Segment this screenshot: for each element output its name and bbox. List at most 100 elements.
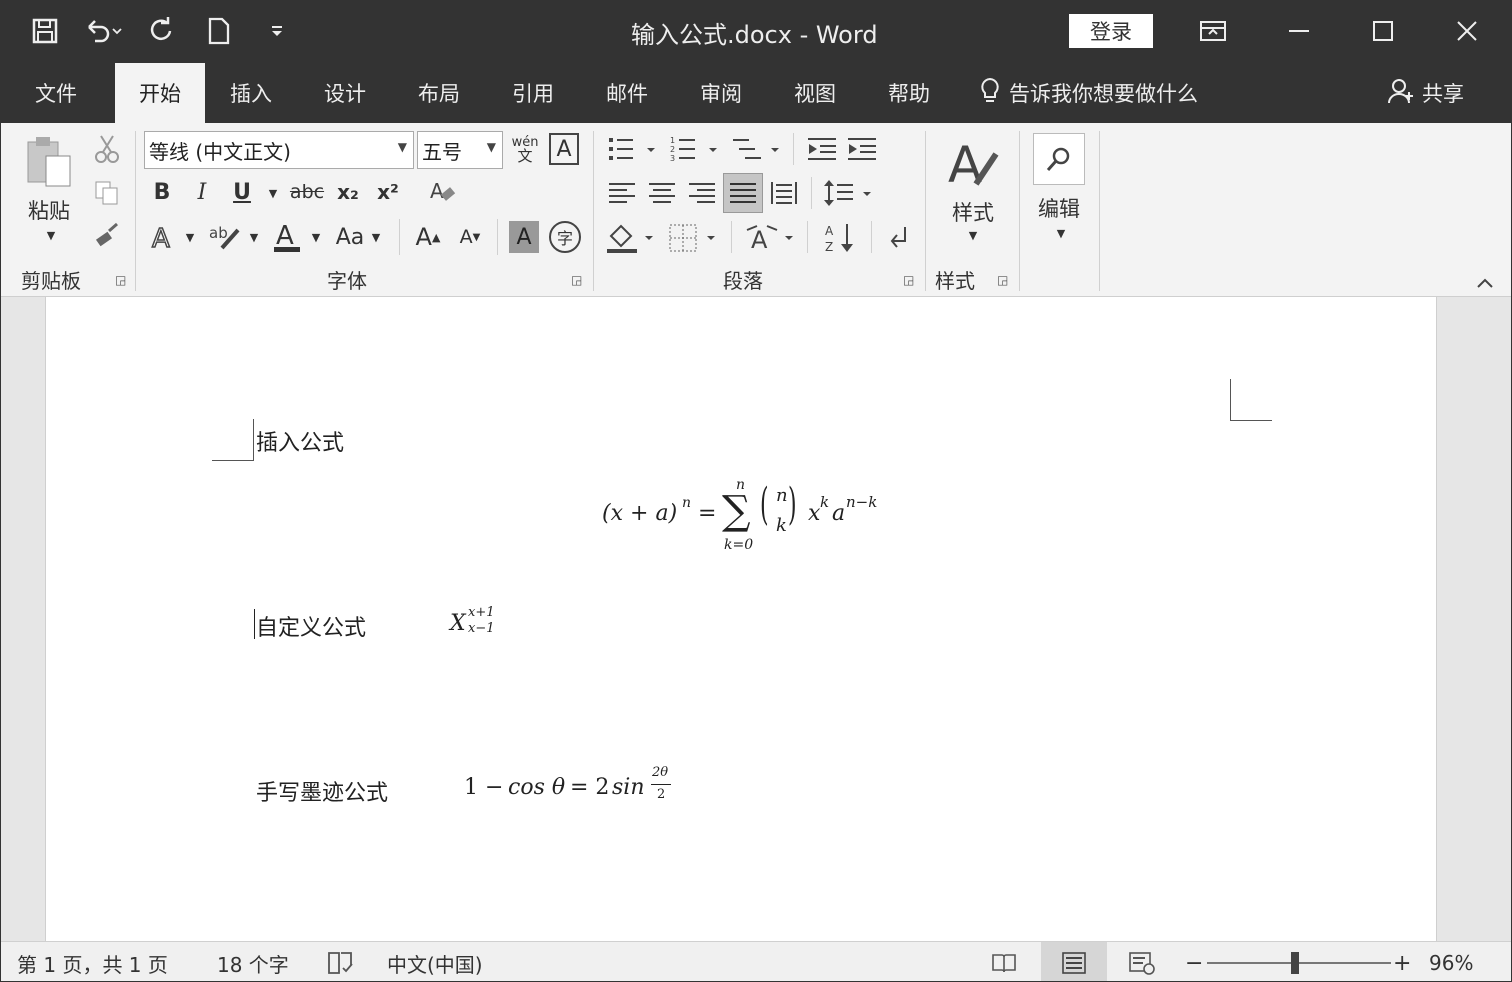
new-doc-icon[interactable] [199,11,239,51]
underline-dropdown-icon[interactable]: ▼ [263,181,283,205]
proofing-icon[interactable] [327,942,355,981]
zoom-slider-track[interactable] [1207,962,1391,964]
text-effects-icon[interactable]: A [147,219,181,255]
editing-button[interactable]: 编辑 [1027,193,1091,223]
chevron-down-icon[interactable]: ▼ [1051,225,1071,241]
change-case-button[interactable]: Aa [331,219,369,255]
ribbon-display-icon[interactable] [1191,11,1235,51]
bullets-icon[interactable] [605,131,661,167]
tab-design[interactable]: 设计 [309,63,381,123]
bold-button[interactable]: B [147,175,177,209]
share-button[interactable]: 共享 [1386,63,1464,123]
multilevel-list-icon[interactable] [729,131,785,167]
font-color-icon[interactable]: A [269,219,305,255]
web-layout-icon[interactable] [1127,942,1157,981]
styles-gallery-icon[interactable]: A [943,133,1003,193]
decrease-indent-icon[interactable] [803,131,841,167]
superscript-button[interactable]: x² [371,175,405,209]
chevron-down-icon[interactable]: ▼ [487,140,496,154]
chevron-down-icon[interactable]: ▼ [181,227,199,247]
customize-qat-icon[interactable] [257,11,297,51]
styles-launcher-icon[interactable]: ◲ [997,273,1008,287]
highlight-icon[interactable]: ab [205,219,245,255]
phonetic-guide-icon[interactable]: wén 文 [507,131,543,169]
collapse-ribbon-icon[interactable] [1471,271,1499,295]
clear-formatting-icon[interactable]: A [423,175,463,209]
distributed-icon[interactable] [765,175,803,211]
zoom-in-icon[interactable]: + [1393,942,1411,981]
tab-home[interactable]: 开始 [115,63,205,123]
font-launcher-icon[interactable]: ◲ [571,273,582,287]
shading-icon[interactable] [603,219,659,257]
tell-me-search[interactable]: 告诉我你想要做什么 [979,63,1198,123]
zoom-out-icon[interactable]: − [1185,942,1203,981]
styles-button[interactable]: 样式 [941,197,1005,227]
language-indicator[interactable]: 中文(中国) [387,942,483,981]
font-name-box[interactable]: 等线 (中文正文) ▼ [144,131,414,169]
zoom-slider-thumb[interactable] [1291,952,1299,974]
chevron-down-icon[interactable]: ▼ [307,227,325,247]
underline-button[interactable]: U [227,175,257,209]
svg-text:A: A [825,224,834,238]
tab-view[interactable]: 视图 [779,63,851,123]
search-icon[interactable] [1033,133,1085,185]
font-size-box[interactable]: 五号 ▼ [417,131,503,169]
document-page[interactable]: 插入公式 (x + a) n = n ∑ k=0 ( n k ) x k a n… [45,297,1437,941]
paste-label[interactable]: 粘贴 [19,195,79,225]
print-layout-icon[interactable] [1041,942,1107,981]
chevron-down-icon[interactable]: ▼ [245,227,263,247]
grow-font-button[interactable]: A ▲ [411,219,445,255]
tab-mailings[interactable]: 邮件 [591,63,663,123]
maximize-icon[interactable] [1361,11,1405,51]
chevron-down-icon[interactable]: ▼ [367,227,385,247]
cut-icon[interactable] [89,131,125,167]
format-painter-icon[interactable] [89,217,125,253]
enclose-characters-button[interactable]: 字 [549,221,581,253]
login-button[interactable]: 登录 [1069,14,1153,48]
numbering-icon[interactable]: 123 [667,131,723,167]
increase-indent-icon[interactable] [843,131,881,167]
align-left-icon[interactable] [603,175,641,211]
close-icon[interactable] [1445,11,1489,51]
show-paragraph-marks-icon[interactable] [879,219,917,257]
minimize-icon[interactable] [1277,11,1321,51]
paste-dropdown-icon[interactable]: ▼ [41,227,61,243]
tab-review[interactable]: 审阅 [685,63,757,123]
clipboard-launcher-icon[interactable]: ◲ [115,273,126,287]
paste-icon[interactable] [19,133,79,193]
paragraph-launcher-icon[interactable]: ◲ [903,273,914,287]
tab-references[interactable]: 引用 [497,63,569,123]
sort-icon[interactable]: AZ [819,219,863,257]
custom-equation[interactable]: X x+1 x−1 [450,605,520,645]
strikethrough-button[interactable]: abc [287,175,327,209]
chevron-down-icon[interactable]: ▼ [963,227,983,243]
tab-help[interactable]: 帮助 [873,63,945,123]
shrink-font-button[interactable]: A ▼ [453,219,487,255]
zoom-level[interactable]: 96% [1429,942,1473,981]
tab-file[interactable]: 文件 [13,63,99,123]
italic-button[interactable]: I [187,175,217,209]
character-border-icon[interactable]: A [549,133,579,165]
tab-layout[interactable]: 布局 [403,63,475,123]
ink-equation[interactable]: 1 − cos θ = 2 sin 2θ 2 [464,765,694,811]
character-shading-button[interactable]: A [509,221,539,253]
save-icon[interactable] [25,11,65,51]
font-size-value: 五号 [422,139,462,164]
word-count[interactable]: 18 个字 [217,942,289,981]
subscript-button[interactable]: x₂ [331,175,365,209]
align-center-icon[interactable] [643,175,681,211]
copy-icon[interactable] [89,175,125,211]
asian-layout-icon[interactable]: A [741,219,799,257]
line-spacing-icon[interactable] [821,175,877,211]
page-count[interactable]: 第 1 页，共 1 页 [17,942,168,981]
read-mode-icon[interactable] [989,942,1019,981]
binomial-equation[interactable]: (x + a) n = n ∑ k=0 ( n k ) x k a n−k [602,473,902,563]
redo-icon[interactable] [141,11,181,51]
borders-icon[interactable] [665,219,721,257]
justify-icon[interactable] [723,173,763,213]
undo-icon[interactable] [83,11,123,51]
align-right-icon[interactable] [683,175,721,211]
tab-insert[interactable]: 插入 [215,63,287,123]
separator [731,221,732,253]
chevron-down-icon[interactable]: ▼ [398,140,407,154]
